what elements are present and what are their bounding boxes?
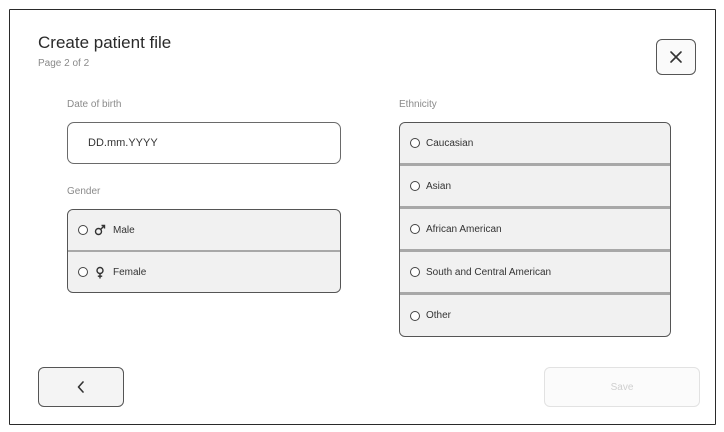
ethnicity-option-label: South and Central American [426,266,552,278]
chevron-left-icon [77,381,84,393]
radio-button [410,224,420,234]
ethnicity-option-label: Asian [426,180,452,192]
page-title: Create patient file [38,33,172,52]
date-of-birth-placeholder: DD.mm.YYYY [88,137,158,149]
radio-button [410,267,420,277]
page-indicator: Page 2 of 2 [38,58,90,69]
close-icon [670,51,682,63]
date-of-birth-field[interactable]: DD.mm.YYYY [67,122,341,164]
radio-button [78,267,88,277]
gender-radio-group: Male Female [67,209,341,293]
ethnicity-option-south-central-american[interactable]: South and Central American [400,252,670,292]
ethnicity-option-label: Caucasian [426,137,474,149]
save-button-label: Save [610,381,634,393]
gender-label: Gender [67,186,101,197]
radio-button [410,181,420,191]
save-button[interactable]: Save [544,367,700,407]
radio-button [78,225,88,235]
female-symbol-icon [94,266,106,279]
gender-option-male[interactable]: Male [68,210,340,250]
ethnicity-radio-group: Caucasian Asian African American South a… [399,122,671,337]
ethnicity-label: Ethnicity [399,99,437,110]
radio-button [410,138,420,148]
ethnicity-option-label: African American [426,223,502,235]
close-button[interactable] [656,39,696,75]
male-symbol-icon [94,224,106,236]
radio-button [410,310,420,321]
gender-option-label: Male [113,224,135,236]
ethnicity-option-other[interactable]: Other [400,295,670,336]
gender-option-label: Female [113,266,147,278]
ethnicity-option-caucasian[interactable]: Caucasian [400,123,670,163]
gender-option-female[interactable]: Female [68,252,340,292]
ethnicity-option-label: Other [426,310,452,321]
date-of-birth-label: Date of birth [67,99,122,110]
back-button[interactable] [38,367,124,407]
ethnicity-option-asian[interactable]: Asian [400,166,670,206]
ethnicity-option-african-american[interactable]: African American [400,209,670,249]
